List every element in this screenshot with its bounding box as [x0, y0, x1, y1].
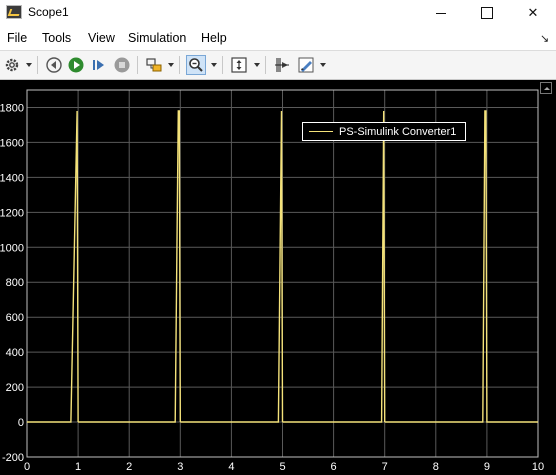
- y-tick-label: 800: [6, 277, 24, 289]
- close-button[interactable]: [510, 0, 556, 26]
- legend-label: PS-Simulink Converter1: [339, 125, 457, 138]
- step-forward-icon[interactable]: [89, 55, 109, 75]
- toolbar-divider: [137, 56, 138, 74]
- toolbar-divider: [222, 56, 223, 74]
- scale-axes-icon[interactable]: [229, 55, 249, 75]
- highlight-block-icon[interactable]: [144, 55, 164, 75]
- x-tick-label: 5: [279, 461, 285, 473]
- y-tick-label: 600: [6, 312, 24, 324]
- legend-line-swatch: [309, 131, 333, 132]
- x-tick-label: 10: [532, 461, 544, 473]
- stop-icon[interactable]: [112, 55, 132, 75]
- y-tick-label: -200: [2, 452, 24, 464]
- x-tick-label: 6: [331, 461, 337, 473]
- scope-app-icon: [6, 5, 22, 19]
- signal-pulse-line: [27, 110, 79, 423]
- y-tick-label: 1000: [0, 242, 24, 254]
- x-tick-labels: 0 1 2 3 4 5 6 7 8 9 10: [24, 461, 544, 473]
- gear-icon[interactable]: [2, 55, 22, 75]
- toolbar-divider: [265, 56, 266, 74]
- cursor-measurements-icon[interactable]: [272, 55, 292, 75]
- run-icon[interactable]: [66, 55, 86, 75]
- y-tick-label: 1600: [0, 137, 24, 149]
- step-back-icon[interactable]: [44, 55, 64, 75]
- x-tick-label: 2: [126, 461, 132, 473]
- style-icon[interactable]: [296, 55, 316, 75]
- x-tick-label: 1: [75, 461, 81, 473]
- x-tick-label: 0: [24, 461, 30, 473]
- scope-display: 0 1 2 3 4 5 6 7 8 9 10 -200 0 200 400 600 800 1000 1200 14…: [0, 80, 556, 475]
- scale-dropdown-icon[interactable]: [254, 63, 260, 67]
- y-tick-label: 1400: [0, 172, 24, 184]
- y-tick-labels: -200 0 200 400 600 800 1000 1200 1400 1600 1800: [0, 102, 24, 464]
- dock-arrow-icon[interactable]: ↘: [540, 32, 549, 45]
- minimize-button[interactable]: [418, 0, 464, 26]
- y-tick-label: 1200: [0, 207, 24, 219]
- scope-plot: 0 1 2 3 4 5 6 7 8 9 10 -20002004006008001000120014…: [0, 89, 544, 473]
- menu-simulation[interactable]: Simulation: [128, 31, 186, 45]
- y-tick-label: 200: [6, 382, 24, 394]
- x-tick-label: 4: [228, 461, 234, 473]
- maximize-button[interactable]: [464, 0, 510, 26]
- window-title: Scope1: [28, 5, 69, 19]
- menu-tools[interactable]: Tools: [42, 31, 71, 45]
- toolbar: [0, 50, 556, 80]
- menu-view[interactable]: View: [88, 31, 115, 45]
- highlight-dropdown-icon[interactable]: [168, 63, 174, 67]
- x-tick-label: 9: [484, 461, 490, 473]
- legend[interactable]: PS-Simulink Converter1: [302, 122, 466, 141]
- menu-file[interactable]: File: [7, 31, 27, 45]
- x-tick-label: 7: [382, 461, 388, 473]
- zoom-dropdown-icon[interactable]: [211, 63, 217, 67]
- settings-dropdown-icon[interactable]: [26, 63, 32, 67]
- signal-pulse-line: [384, 110, 538, 423]
- zoom-icon[interactable]: [186, 55, 206, 75]
- menu-help[interactable]: Help: [201, 31, 227, 45]
- style-dropdown-icon[interactable]: [320, 63, 326, 67]
- x-tick-label: 3: [177, 461, 183, 473]
- toolbar-divider: [37, 56, 38, 74]
- title-bar: Scope1: [0, 0, 556, 26]
- menu-bar: File Tools View Simulation Help ↘: [0, 28, 556, 50]
- toolbar-divider: [179, 56, 180, 74]
- axes-collapse-icon[interactable]: [540, 82, 552, 94]
- y-tick-label: 1800: [0, 102, 24, 114]
- y-tick-label: 0: [18, 417, 24, 429]
- x-tick-label: 8: [433, 461, 439, 473]
- y-tick-label: 400: [6, 347, 24, 359]
